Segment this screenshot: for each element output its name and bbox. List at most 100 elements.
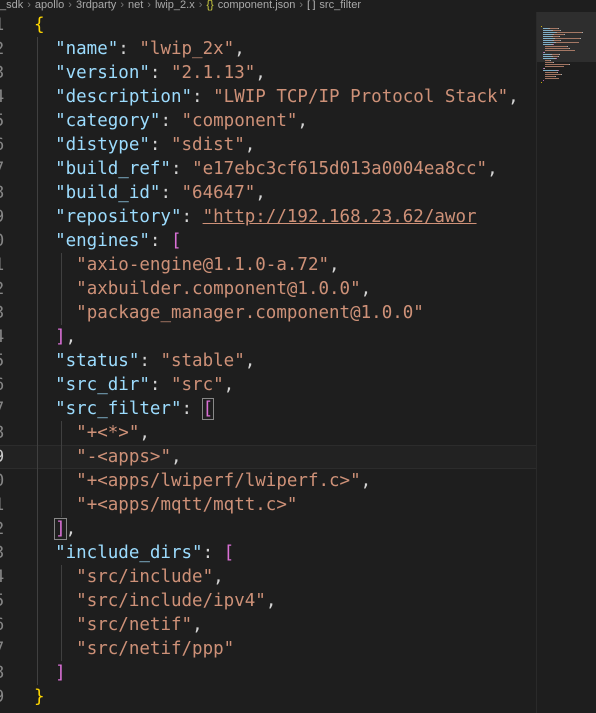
code-line[interactable]: 7 "src_filter": [ <box>0 397 536 421</box>
minimap-token <box>543 80 544 81</box>
code-text: "src_dir": "src", <box>34 373 234 397</box>
code-text: "src/netif/ppp" <box>34 637 234 661</box>
code-line[interactable]: 4 "description": "LWIP TCP/IP Protocol S… <box>0 85 536 109</box>
minimap-token <box>543 54 550 55</box>
bracket: ] <box>55 327 66 347</box>
code-line[interactable]: 9} <box>0 685 536 709</box>
punctuation: , <box>297 111 308 131</box>
line-number: 3 <box>0 301 10 325</box>
minimap-token <box>545 50 575 51</box>
code-line[interactable]: 1 "axio-engine@1.1.0-a.72", <box>0 253 536 277</box>
line-number: 3 <box>0 61 10 85</box>
json-key: "include_dirs" <box>55 543 203 563</box>
json-string: "64647" <box>181 183 256 203</box>
punctuation: , <box>508 87 519 107</box>
code-line[interactable]: 4 "src/include", <box>0 565 536 589</box>
code-line[interactable]: 8 ] <box>0 661 536 685</box>
code-line[interactable]: 6 "src/netif", <box>0 613 536 637</box>
code-line[interactable]: 0 "+<apps/lwiperf/lwiperf.c>", <box>0 469 536 493</box>
code-editor[interactable]: 1{2 "name": "lwip_2x",3 "version": "2.1.… <box>0 12 536 713</box>
indent-guide <box>61 565 62 661</box>
code-line[interactable]: 3 "package_manager.component@1.0.0" <box>0 301 536 325</box>
code-line[interactable]: 6 "src_dir": "src", <box>0 373 536 397</box>
punctuation: : <box>149 63 171 83</box>
minimap-token <box>582 32 583 33</box>
json-key: "status" <box>55 351 140 371</box>
code-text: "include_dirs": [ <box>34 541 234 565</box>
breadcrumb-item-sdk[interactable]: _sdk <box>0 0 23 11</box>
code-line[interactable]: 6 "distype": "sdist", <box>0 133 536 157</box>
code-line[interactable]: 8 "+<*>", <box>0 421 536 445</box>
breadcrumb-symbol[interactable]: src_filter <box>319 0 361 11</box>
json-string: "axio-engine@1.1.0-a.72" <box>76 255 330 275</box>
json-key: "build_id" <box>55 183 161 203</box>
code-line[interactable]: 8 "build_id": "64647", <box>0 181 536 205</box>
breadcrumb-item-lwip[interactable]: lwip_2.x <box>155 0 195 11</box>
line-number: 8 <box>0 421 10 445</box>
json-string: "2.1.13" <box>170 63 256 83</box>
code-line[interactable]: 9 "repository": "http://192.168.23.62/aw… <box>0 205 536 229</box>
punctuation: : <box>149 375 171 395</box>
code-line[interactable]: 3 "version": "2.1.13", <box>0 61 536 85</box>
line-number: 8 <box>0 181 10 205</box>
minimap[interactable] <box>536 12 596 713</box>
breadcrumb-item-apollo[interactable]: apollo <box>35 0 64 11</box>
code-line[interactable]: 2 "axbuilder.component@1.0.0", <box>0 277 536 301</box>
minimap-token <box>544 68 545 69</box>
code-text: "src/netif", <box>34 613 202 637</box>
minimap-token <box>556 58 557 59</box>
code-text: "build_id": "64647", <box>34 181 266 205</box>
matched-bracket: [ <box>201 398 215 420</box>
minimap-token <box>541 26 542 27</box>
json-key: "src_filter" <box>55 399 182 419</box>
code-line[interactable]: 2 "name": "lwip_2x", <box>0 37 536 61</box>
minimap-token <box>560 40 561 41</box>
json-string: "LWIP TCP/IP Protocol Stack" <box>213 87 509 107</box>
minimap-token <box>569 48 570 49</box>
code-line[interactable]: 4 ], <box>0 325 536 349</box>
bracket: ] <box>55 663 66 683</box>
minimap-token <box>558 28 559 29</box>
json-string: "+<*>" <box>76 423 140 443</box>
bracket: [ <box>223 543 235 563</box>
json-url[interactable]: "http://192.168.23.62/awor <box>203 207 477 227</box>
json-key: "engines" <box>55 231 150 251</box>
chevron-right-icon: › <box>299 0 304 11</box>
code-text: ] <box>34 661 66 685</box>
code-line[interactable]: 7 "src/netif/ppp" <box>0 637 536 661</box>
indent-guide <box>61 253 62 325</box>
minimap-token <box>559 54 560 55</box>
json-key: "src_dir" <box>55 375 150 395</box>
breadcrumb-item-3rdparty[interactable]: 3rdparty <box>76 0 116 11</box>
minimap-token <box>543 42 554 43</box>
code-line[interactable]: 5 "category": "component", <box>0 109 536 133</box>
minimap-token <box>545 62 553 63</box>
code-text: "axbuilder.component@1.0.0", <box>34 277 371 301</box>
code-text: "engines": [ <box>34 229 181 253</box>
code-line[interactable]: 1 "+<apps/mqtt/mqtt.c>" <box>0 493 536 517</box>
code-text: "src/include", <box>34 565 224 589</box>
punctuation: : <box>192 87 214 107</box>
code-line[interactable]: 0 "engines": [ <box>0 229 536 253</box>
breadcrumb-file[interactable]: component.json <box>218 0 296 11</box>
code-line[interactable]: 5 "status": "stable", <box>0 349 536 373</box>
code-line[interactable]: 7 "build_ref": "e17ebc3cf615d013a0004ea8… <box>0 157 536 181</box>
code-line[interactable]: 3 "include_dirs": [ <box>0 541 536 565</box>
line-number: 4 <box>0 325 10 349</box>
code-line[interactable]: 2 ], <box>0 517 536 541</box>
line-number: 1 <box>0 13 10 37</box>
minimap-token <box>558 56 559 57</box>
minimap-token <box>555 38 580 39</box>
code-line[interactable]: 9 "-<apps>", <box>0 445 536 469</box>
code-line[interactable]: 5 "src/include/ipv4", <box>0 589 536 613</box>
line-number: 4 <box>0 85 10 109</box>
punctuation: : <box>160 183 182 203</box>
code-line[interactable]: 1{ <box>0 13 536 37</box>
minimap-token <box>545 72 557 73</box>
minimap-token <box>564 34 565 35</box>
breadcrumb-item-net[interactable]: net <box>128 0 143 11</box>
breadcrumb: _sdk › apollo › 3rdparty › net › lwip_2.x ›{} comp… <box>0 0 596 12</box>
